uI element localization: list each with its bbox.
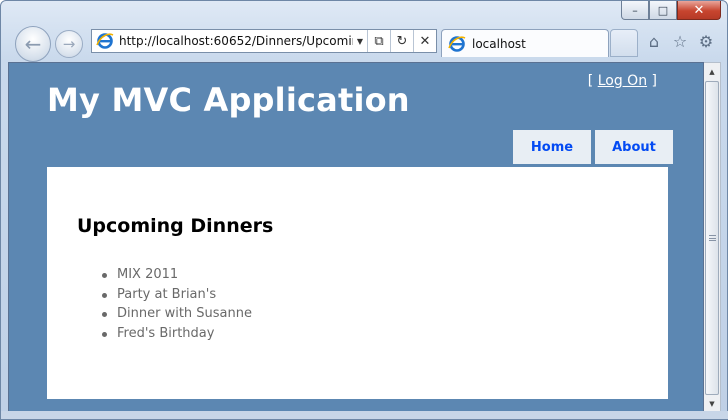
dinner-list: MIX 2011 Party at Brian's Dinner with Su…: [101, 265, 252, 343]
scroll-down-icon[interactable]: ▼: [704, 395, 720, 412]
maximize-button[interactable]: □: [649, 1, 677, 20]
logon-open-bracket: [: [587, 73, 594, 89]
logon-display: [ Log On ]: [588, 73, 657, 89]
url-text[interactable]: http://localhost:60652/Dinners/Upcoming: [119, 34, 353, 48]
vertical-scrollbar[interactable]: ▲ ▼: [704, 62, 721, 413]
refresh-icon[interactable]: ↻: [390, 30, 413, 52]
scroll-up-icon[interactable]: ▲: [704, 63, 720, 80]
close-window-button[interactable]: ✕: [677, 1, 721, 20]
forward-arrow-icon: →: [62, 35, 76, 53]
site-title: My MVC Application: [47, 81, 410, 119]
browser-toolbar: ⌂ ☆ ⚙: [645, 32, 715, 51]
page-heading: Upcoming Dinners: [77, 215, 274, 237]
back-arrow-icon: ←: [24, 32, 42, 56]
browser-window: – □ ✕ ← → http://localhost:60652/Dinners…: [0, 0, 728, 420]
forward-button[interactable]: →: [55, 30, 83, 58]
page-viewport: My MVC Application [ Log On ] Home About…: [8, 62, 704, 413]
stop-icon[interactable]: ✕: [413, 30, 436, 52]
address-bar[interactable]: http://localhost:60652/Dinners/Upcoming …: [91, 29, 437, 53]
menu-home-link[interactable]: Home: [513, 130, 591, 164]
dinner-list-item: Dinner with Susanne: [101, 304, 252, 324]
browser-tab[interactable]: localhost: [441, 29, 609, 57]
home-icon[interactable]: ⌂: [645, 32, 663, 51]
compatibility-view-icon[interactable]: ⧉: [367, 30, 390, 52]
settings-gear-icon[interactable]: ⚙: [697, 32, 715, 51]
scrollbar-thumb[interactable]: [705, 81, 719, 395]
logon-close-bracket: ]: [651, 73, 657, 89]
main-content: Upcoming Dinners MIX 2011 Party at Brian…: [47, 167, 668, 399]
navigation-bar: ← → http://localhost:60652/Dinners/Upcom…: [1, 23, 727, 63]
new-tab-button[interactable]: [610, 29, 638, 57]
minimize-button[interactable]: –: [621, 1, 649, 20]
back-button[interactable]: ←: [15, 26, 51, 62]
tab-title: localhost: [472, 36, 526, 51]
main-menu: Home About: [513, 130, 673, 164]
ie-logo-icon: [96, 33, 114, 49]
ie-logo-icon: [448, 35, 466, 52]
window-bottom-border: [1, 411, 728, 419]
scroll-grip-icon: [708, 235, 716, 241]
address-dropdown-icon[interactable]: ▼: [353, 37, 367, 46]
dinner-list-item: Party at Brian's: [101, 285, 252, 305]
favorites-star-icon[interactable]: ☆: [671, 32, 689, 51]
log-on-link[interactable]: Log On: [598, 73, 647, 89]
dinner-list-item: MIX 2011: [101, 265, 252, 285]
window-caption-buttons: – □ ✕: [621, 1, 721, 21]
dinner-list-item: Fred's Birthday: [101, 324, 252, 344]
menu-about-link[interactable]: About: [595, 130, 673, 164]
